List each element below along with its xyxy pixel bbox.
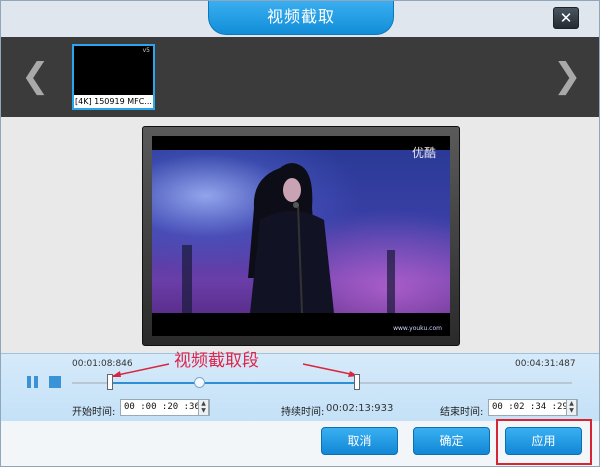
playhead-handle[interactable] <box>194 377 205 388</box>
cut-start-handle[interactable] <box>107 374 113 390</box>
video-cut-dialog: 视频截取 ✕ ❮ v5 [4K] 150919 MFC... ❯ 优酷 www.… <box>0 0 600 467</box>
thumbnail-strip: ❮ v5 [4K] 150919 MFC... ❯ <box>1 37 599 117</box>
end-time-input[interactable]: 00 :02 :34 :295 <box>488 399 578 416</box>
close-icon: ✕ <box>559 9 573 27</box>
start-time-spinner[interactable]: ▲ ▼ <box>198 399 209 416</box>
stop-icon[interactable] <box>49 376 61 388</box>
video-thumbnail[interactable]: v5 [4K] 150919 MFC... <box>72 44 155 110</box>
video-corner-text: www.youku.com <box>393 325 442 332</box>
cancel-button[interactable]: 取消 <box>321 427 398 455</box>
duration-value: 00:02:13:933 <box>326 403 394 414</box>
ok-button[interactable]: 确定 <box>413 427 490 455</box>
duration-label: 持续时间: <box>281 407 325 418</box>
video-scene <box>152 150 450 313</box>
chevron-right-icon[interactable]: ❯ <box>553 59 582 95</box>
dialog-title: 视频截取 <box>208 1 394 35</box>
timeline-start-time: 00:01:08:846 <box>72 359 133 369</box>
selected-range <box>110 382 357 384</box>
chevron-left-icon[interactable]: ❮ <box>21 59 50 95</box>
video-watermark: 优酷 <box>411 146 436 160</box>
cut-segment-annotation: 视频截取段 <box>174 351 259 371</box>
close-button[interactable]: ✕ <box>553 7 579 29</box>
apply-button[interactable]: 应用 <box>505 427 582 455</box>
cut-end-handle[interactable] <box>354 374 360 390</box>
end-time-spinner[interactable]: ▲ ▼ <box>566 399 577 416</box>
pause-icon[interactable] <box>27 376 39 388</box>
dialog-footer: 取消 确定 应用 <box>1 419 599 466</box>
preview-area: 优酷 www.youku.com <box>1 117 599 353</box>
video-frame: 优酷 www.youku.com <box>142 126 460 346</box>
timeline-end-time: 00:04:31:487 <box>515 359 576 369</box>
end-time-label: 结束时间: <box>440 407 484 418</box>
title-bar: 视频截取 ✕ <box>1 1 599 37</box>
thumbnail-label: [4K] 150919 MFC... <box>74 95 153 108</box>
start-time-input[interactable]: 00 :00 :20 :362 <box>120 399 210 416</box>
timeline-controls: 00:01:08:846 视频截取段 00:04:31:487 开始时间: 00… <box>1 351 599 421</box>
start-time-label: 开始时间: <box>72 407 116 418</box>
video-preview: 优酷 www.youku.com <box>152 136 450 336</box>
thumbnail-badge: v5 <box>142 47 150 54</box>
singer-image <box>182 163 395 313</box>
